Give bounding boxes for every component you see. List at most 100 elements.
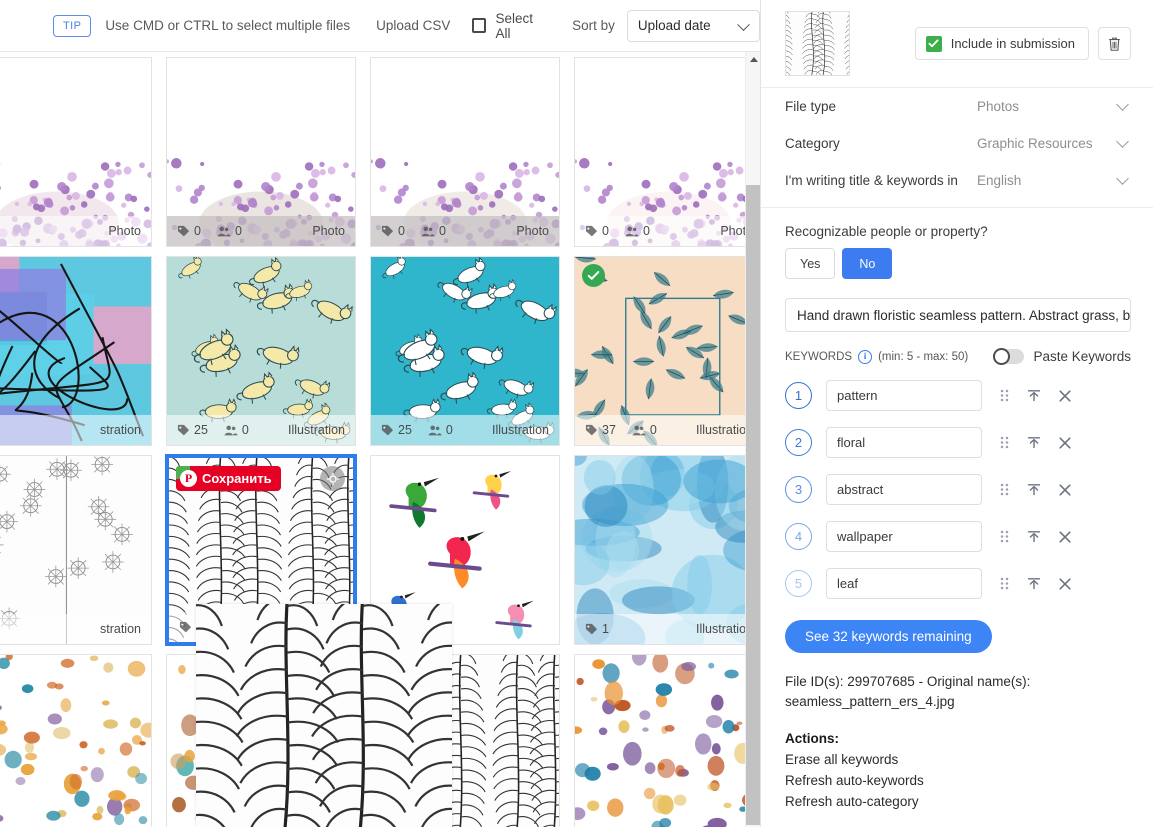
keyword-list: 1 pattern 2 floral 3 abstract 4 wallpaper 5 leaf xyxy=(785,372,1131,607)
keyword-index: 4 xyxy=(785,523,812,550)
people-count: 0 xyxy=(234,224,242,238)
expand-preview-icon[interactable] xyxy=(320,466,345,491)
gallery-item-meta: 0 0 Photo xyxy=(167,216,355,246)
title-input[interactable]: Hand drawn floristic seamless pattern. A… xyxy=(785,298,1131,332)
move-to-top-icon[interactable] xyxy=(1027,483,1041,496)
asset-type-label: Photo xyxy=(720,224,745,238)
drag-handle-icon[interactable] xyxy=(1000,577,1009,590)
tag-icon xyxy=(179,621,192,634)
move-to-top-icon[interactable] xyxy=(1027,436,1041,449)
recognizable-yes-button[interactable]: Yes xyxy=(785,248,836,279)
field-value: Photos xyxy=(977,99,1020,114)
keyword-actions xyxy=(1000,389,1071,402)
action-link[interactable]: Refresh auto-category xyxy=(785,794,1131,809)
gallery-item[interactable]: 0 0 Photo xyxy=(370,57,560,247)
gallery-item[interactable]: 25 0 Illustration xyxy=(166,256,356,446)
gallery-item[interactable]: stration xyxy=(0,455,152,645)
metadata-field-row[interactable]: I'm writing title & keywords in English xyxy=(761,162,1153,199)
drag-handle-icon[interactable] xyxy=(1000,389,1009,402)
gallery-item[interactable]: Photo xyxy=(0,57,152,247)
people-count: 0 xyxy=(438,224,446,238)
drag-handle-icon[interactable] xyxy=(1000,530,1009,543)
scroll-up-arrow-icon[interactable] xyxy=(746,52,760,67)
delete-button[interactable] xyxy=(1098,27,1131,60)
toggle-switch-icon[interactable] xyxy=(993,348,1025,365)
gallery-item[interactable] xyxy=(0,654,152,827)
people-icon xyxy=(632,424,646,437)
gallery-cell: stration xyxy=(0,256,159,446)
sort-by-select[interactable]: Upload date xyxy=(626,9,760,42)
sort-by-value: Upload date xyxy=(637,18,711,33)
keyword-index: 1 xyxy=(785,382,812,409)
keyword-actions xyxy=(1000,577,1071,590)
actions-list: Erase all keywords Refresh auto-keywords R… xyxy=(785,752,1131,809)
select-all-checkbox[interactable]: Select All xyxy=(472,11,546,41)
move-to-top-icon[interactable] xyxy=(1027,577,1041,590)
tag-count: 37 xyxy=(602,423,616,437)
gallery-item-meta: 1 Illustration xyxy=(575,614,745,644)
asset-type-label: Illustration xyxy=(288,423,345,437)
image-hover-preview xyxy=(196,604,452,827)
gallery-cell: 37 0 Illustration xyxy=(567,256,745,446)
keyword-input[interactable]: floral xyxy=(826,427,982,458)
select-all-box[interactable] xyxy=(472,18,487,33)
remove-keyword-icon[interactable] xyxy=(1059,483,1071,496)
people-count: 0 xyxy=(649,423,657,437)
remove-keyword-icon[interactable] xyxy=(1059,530,1071,543)
upload-csv-button[interactable]: Upload CSV xyxy=(376,18,450,33)
gallery-item[interactable]: 25 0 Illustration xyxy=(370,256,560,446)
field-label: I'm writing title & keywords in xyxy=(785,173,958,188)
keyword-input[interactable]: leaf xyxy=(826,568,982,599)
gallery-item-meta: stration xyxy=(0,614,151,644)
keyword-row: 5 leaf xyxy=(785,560,1131,607)
gallery-scrollbar[interactable] xyxy=(745,52,760,827)
chevron-down-icon[interactable] xyxy=(1116,135,1129,148)
include-in-submission-toggle[interactable]: Include in submission xyxy=(914,27,1089,60)
file-info-line-1: File ID(s): 299707685 - Original name(s)… xyxy=(785,674,1031,689)
gallery-cell xyxy=(567,654,745,827)
move-to-top-icon[interactable] xyxy=(1027,530,1041,543)
metadata-field-row[interactable]: Category Graphic Resources xyxy=(761,125,1153,162)
keyword-input[interactable]: abstract xyxy=(826,474,982,505)
gallery-item[interactable] xyxy=(574,654,745,827)
see-remaining-keywords-button[interactable]: See 32 keywords remaining xyxy=(785,620,992,653)
file-info: File ID(s): 299707685 - Original name(s)… xyxy=(785,672,1131,712)
action-link[interactable]: Refresh auto-keywords xyxy=(785,773,1131,788)
asset-type-label: Illustration xyxy=(696,423,745,437)
selected-file-thumbnail xyxy=(785,11,850,76)
gallery-item-meta: Photo xyxy=(0,216,151,246)
paste-keywords-toggle[interactable]: Paste Keywords xyxy=(993,348,1131,365)
checkmark-icon xyxy=(925,35,942,52)
gallery-column: TIP Use CMD or CTRL to select multiple f… xyxy=(0,0,760,827)
keywords-header-row: KEYWORDS i (min: 5 - max: 50) Paste Keyw… xyxy=(785,348,1131,365)
metadata-field-row[interactable]: File type Photos xyxy=(761,88,1153,125)
recognizable-no-button[interactable]: No xyxy=(842,248,893,279)
remove-keyword-icon[interactable] xyxy=(1059,436,1071,449)
remove-keyword-icon[interactable] xyxy=(1059,577,1071,590)
drag-handle-icon[interactable] xyxy=(1000,483,1009,496)
drag-handle-icon[interactable] xyxy=(1000,436,1009,449)
keyword-actions xyxy=(1000,483,1071,496)
info-icon[interactable]: i xyxy=(858,349,873,364)
chevron-down-icon[interactable] xyxy=(1116,172,1129,185)
tip-badge: TIP xyxy=(53,14,92,37)
panel-body: Recognizable people or property? Yes No … xyxy=(761,224,1153,809)
scrollbar-thumb[interactable] xyxy=(746,185,760,825)
panel-divider xyxy=(761,207,1153,208)
gallery-cell: stration xyxy=(0,455,159,645)
remove-keyword-icon[interactable] xyxy=(1059,389,1071,402)
gallery-item[interactable]: 0 0 Photo xyxy=(574,57,745,247)
chevron-down-icon[interactable] xyxy=(1116,98,1129,111)
tag-icon xyxy=(585,225,598,238)
gallery-item[interactable]: 0 0 Photo xyxy=(166,57,356,247)
keyword-input[interactable]: pattern xyxy=(826,380,982,411)
pinterest-save-button[interactable]: P Сохранить xyxy=(176,466,281,491)
gallery-item-meta: 25 0 Illustration xyxy=(167,415,355,445)
gallery-item[interactable]: stration xyxy=(0,256,152,446)
keyword-actions xyxy=(1000,530,1071,543)
gallery-item[interactable]: 37 0 Illustration xyxy=(574,256,745,446)
gallery-item[interactable]: 1 Illustration xyxy=(574,455,745,645)
move-to-top-icon[interactable] xyxy=(1027,389,1041,402)
action-link[interactable]: Erase all keywords xyxy=(785,752,1131,767)
keyword-input[interactable]: wallpaper xyxy=(826,521,982,552)
